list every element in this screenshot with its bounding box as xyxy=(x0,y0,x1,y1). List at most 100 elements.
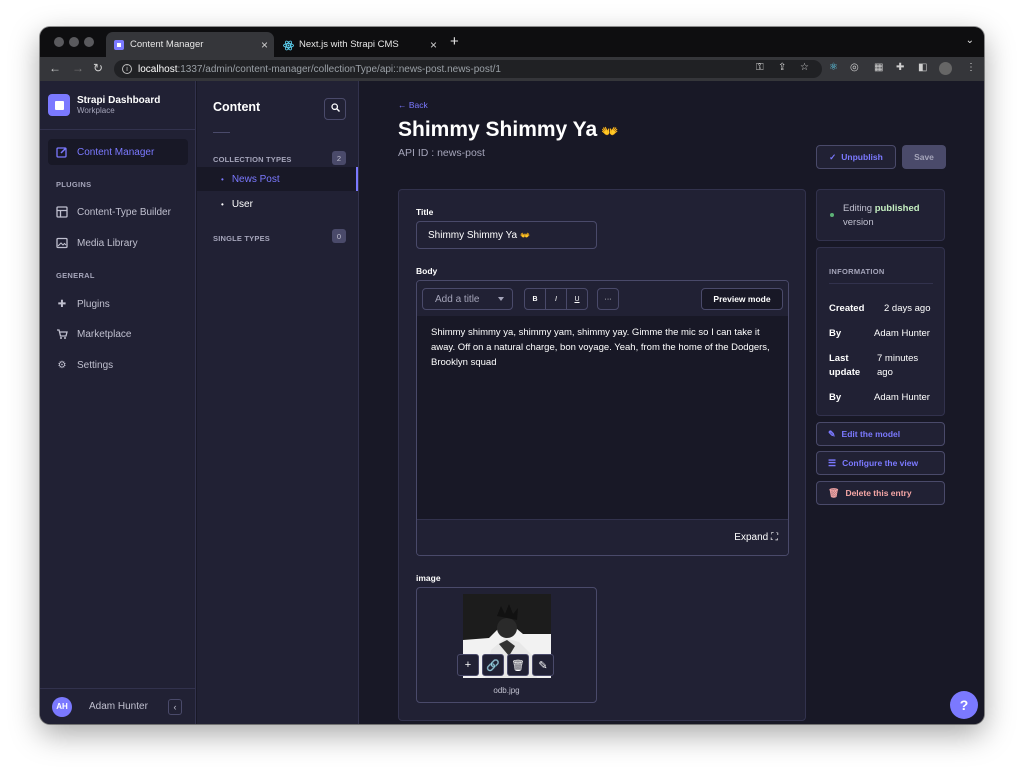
subnav-item-user[interactable]: • User xyxy=(197,192,358,216)
pencil-square-icon xyxy=(56,146,68,158)
status-suffix: version xyxy=(843,217,874,228)
brand[interactable]: Strapi Dashboard Workplace xyxy=(40,81,195,130)
url-path: :1337/admin/content-manager/collectionTy… xyxy=(177,63,501,75)
share-icon[interactable]: ⇪ xyxy=(778,62,786,73)
tab-search-chevron-icon[interactable]: ⌄ xyxy=(966,35,974,46)
more-options-button[interactable]: ··· xyxy=(597,288,619,310)
information-panel: INFORMATION Created 2 days ago By Adam H… xyxy=(816,247,945,416)
delete-entry-button[interactable]: 🗑 Delete this entry xyxy=(816,481,945,505)
nav-item-content-type-builder[interactable]: Content-Type Builder xyxy=(48,199,188,225)
extension-circle-icon[interactable]: ◎ xyxy=(850,62,859,73)
puzzle-icon: ✚ xyxy=(57,298,67,310)
extensions-puzzle-icon[interactable]: ✚ xyxy=(896,62,904,73)
profile-avatar[interactable] xyxy=(939,62,952,75)
configure-view-button[interactable]: ☰ Configure the view xyxy=(816,451,945,475)
close-window-dot[interactable] xyxy=(54,37,64,47)
collection-types-heading[interactable]: COLLECTION TYPES xyxy=(213,155,292,164)
heading-select[interactable]: Add a title xyxy=(422,288,513,310)
updated-by-value: Adam Hunter xyxy=(874,392,930,403)
react-devtools-icon[interactable]: ⚛ xyxy=(829,62,838,73)
new-tab-button[interactable]: + xyxy=(450,33,459,50)
nav-item-settings[interactable]: ⚙ Settings xyxy=(48,352,188,378)
site-info-icon[interactable]: i xyxy=(122,64,132,74)
search-icon xyxy=(330,103,340,115)
extension-square-icon[interactable]: ▦ xyxy=(874,62,883,73)
close-tab-icon[interactable]: × xyxy=(430,38,437,52)
expand-button[interactable]: Expand ⛶ xyxy=(734,532,778,543)
address-bar[interactable]: i localhost :1337/admin/content-manager/… xyxy=(114,60,822,78)
minimize-window-dot[interactable] xyxy=(69,37,79,47)
underline-button[interactable]: U xyxy=(566,288,588,310)
strapi-favicon-icon xyxy=(114,39,124,50)
image-field[interactable]: + 🔗 🗑 ✎ odb.jpg xyxy=(416,587,597,703)
bold-button[interactable]: B xyxy=(524,288,546,310)
tab-strip: Content Manager × Next.js with Strapi CM… xyxy=(40,27,984,57)
italic-button[interactable]: I xyxy=(545,288,567,310)
created-value: 2 days ago xyxy=(884,303,931,314)
edit-model-button[interactable]: ✎ Edit the model xyxy=(816,422,945,446)
edit-pencil-icon[interactable]: ✎ xyxy=(532,654,554,676)
nav-item-plugins[interactable]: ✚ Plugins xyxy=(48,291,188,317)
brand-title: Strapi Dashboard xyxy=(77,95,161,106)
back-arrow-icon[interactable]: ← xyxy=(49,61,61,75)
strapi-app: Strapi Dashboard Workplace Content Manag… xyxy=(40,81,984,724)
help-button[interactable]: ? xyxy=(950,691,978,719)
chevron-down-icon xyxy=(498,297,504,301)
tab-content-manager[interactable]: Content Manager × xyxy=(106,32,274,57)
trash-icon[interactable]: 🗑 xyxy=(507,654,529,676)
body-label: Body xyxy=(416,266,438,276)
bookmark-star-icon[interactable]: ☆ xyxy=(800,62,809,73)
nav-item-label: Content Manager xyxy=(77,146,155,158)
menu-kebab-icon[interactable]: ⋮ xyxy=(966,62,976,73)
pencil-icon: ✎ xyxy=(828,428,836,439)
nav-item-marketplace[interactable]: Marketplace xyxy=(48,321,188,347)
collapse-nav-button[interactable]: ‹ xyxy=(168,699,182,715)
maximize-window-dot[interactable] xyxy=(84,37,94,47)
subnav-item-news-post[interactable]: • News Post xyxy=(197,167,358,191)
tab-title: Content Manager xyxy=(130,39,204,50)
check-icon: ✓ xyxy=(829,151,837,162)
heading-select-value: Add a title xyxy=(435,293,480,305)
collection-count-badge: 2 xyxy=(332,151,346,165)
reload-icon[interactable]: ↻ xyxy=(93,61,103,75)
subnav-item-label: News Post xyxy=(231,173,280,185)
save-button[interactable]: Save xyxy=(902,145,946,169)
unpublish-button[interactable]: ✓ Unpublish xyxy=(816,145,896,169)
copy-link-icon[interactable]: 🔗 xyxy=(482,654,504,676)
nav-item-media-library[interactable]: Media Library xyxy=(48,230,188,256)
url-host: localhost xyxy=(138,63,178,75)
nav-item-content-manager[interactable]: Content Manager xyxy=(48,139,188,165)
raising-hands-emoji-icon: 👐 xyxy=(520,230,531,240)
nav-section-general: GENERAL xyxy=(56,271,95,280)
layout-icon xyxy=(56,206,68,218)
editor-footer: Expand ⛶ xyxy=(417,519,788,555)
search-button[interactable] xyxy=(324,98,346,120)
divider xyxy=(829,283,933,284)
forward-arrow-icon[interactable]: → xyxy=(72,61,84,75)
single-types-heading[interactable]: SINGLE TYPES xyxy=(213,234,270,243)
body-text[interactable]: Shimmy shimmy ya, shimmy yam, shimmy yay… xyxy=(431,325,776,370)
brand-subtitle: Workplace xyxy=(77,106,115,115)
add-image-button[interactable]: + xyxy=(457,654,479,676)
tab-nextjs[interactable]: Next.js with Strapi CMS × xyxy=(275,32,443,57)
file-name: odb.jpg xyxy=(493,686,520,695)
preview-mode-button[interactable]: Preview mode xyxy=(701,288,783,310)
back-link[interactable]: ← Back xyxy=(398,100,428,110)
edit-model-label: Edit the model xyxy=(841,429,901,439)
markdown-editor: Add a title B I U ··· Preview mode Shimm… xyxy=(416,280,789,556)
created-by-value: Adam Hunter xyxy=(874,328,930,339)
side-panel-icon[interactable]: ◧ xyxy=(918,62,927,73)
entry-form: Title Shimmy Shimmy Ya 👐 Body Add a title… xyxy=(398,189,806,721)
information-heading: INFORMATION xyxy=(829,267,885,276)
avatar[interactable]: AH xyxy=(52,696,72,717)
created-label: Created xyxy=(829,303,865,314)
api-id: API ID : news-post xyxy=(398,147,485,159)
title-field[interactable]: Shimmy Shimmy Ya 👐 xyxy=(416,221,597,249)
key-icon[interactable]: ⚿ xyxy=(756,62,764,73)
by-label: By xyxy=(829,328,842,339)
close-tab-icon[interactable]: × xyxy=(261,38,268,52)
back-label: Back xyxy=(408,100,428,110)
strapi-logo-icon xyxy=(48,94,70,116)
list-icon: ☰ xyxy=(828,457,837,468)
delete-entry-label: Delete this entry xyxy=(845,488,912,498)
